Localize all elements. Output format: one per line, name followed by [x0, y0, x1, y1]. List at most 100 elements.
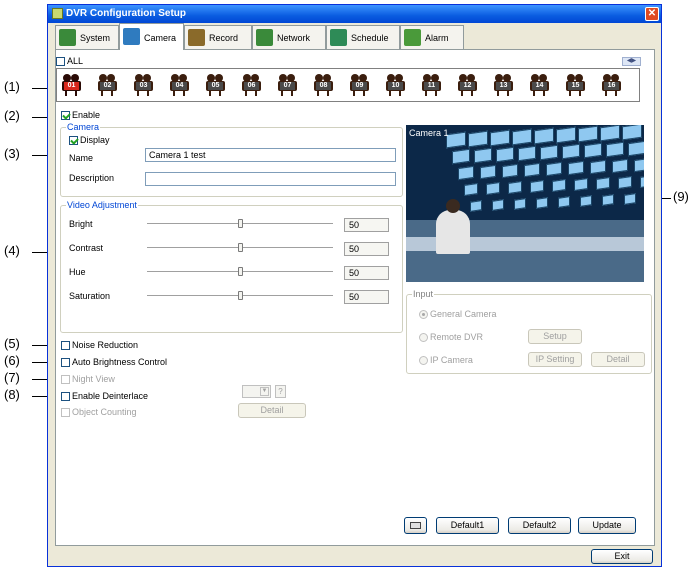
tab-system-label: System — [80, 33, 111, 43]
tab-record[interactable]: Record — [184, 25, 252, 49]
wall-monitor — [458, 165, 474, 181]
camera-number: 10 — [388, 82, 403, 90]
tab-network[interactable]: Network — [252, 25, 326, 49]
wall-monitor — [536, 197, 548, 209]
enable-checkbox[interactable] — [61, 111, 70, 120]
bright-value[interactable]: 50 — [344, 218, 389, 232]
general-camera-radio[interactable] — [419, 310, 428, 319]
wall-monitor — [508, 181, 522, 194]
camera-11-button[interactable]: 11 — [420, 74, 443, 97]
callout-5: (5) — [4, 336, 20, 351]
camera-leg — [75, 91, 77, 96]
exit-button[interactable]: Exit — [591, 549, 653, 564]
default2-button[interactable]: Default2 — [508, 517, 571, 534]
wall-monitor — [606, 141, 624, 158]
camera-12-button[interactable]: 12 — [456, 74, 479, 97]
tab-camera[interactable]: Camera — [119, 23, 184, 50]
camera-leg — [497, 91, 499, 96]
ip-setting-button[interactable]: IP Setting — [528, 352, 582, 367]
wall-monitor — [464, 183, 478, 196]
camera-leg — [543, 91, 545, 96]
camera-01-button[interactable]: 01 — [60, 74, 83, 97]
object-counting-detail-button[interactable]: Detail — [238, 403, 306, 418]
camera-04-button[interactable]: 04 — [168, 74, 191, 97]
contrast-label: Contrast — [69, 243, 104, 253]
hue-value[interactable]: 50 — [344, 266, 389, 280]
name-input[interactable]: Camera 1 test — [145, 148, 396, 162]
camera-16-button[interactable]: 16 — [600, 74, 623, 97]
remote-dvr-radio[interactable] — [419, 333, 428, 342]
wall-monitor — [540, 144, 558, 161]
camera-14-button[interactable]: 14 — [528, 74, 551, 97]
saturation-slider-thumb[interactable] — [238, 291, 243, 300]
tab-system[interactable]: System — [55, 25, 119, 49]
camera-leg — [399, 91, 401, 96]
wall-monitor — [474, 147, 492, 164]
update-button[interactable]: Update — [578, 517, 636, 534]
camera-leg — [147, 91, 149, 96]
enable-deinterlace-label: Enable Deinterlace — [72, 391, 149, 401]
object-counting-checkbox[interactable] — [61, 408, 70, 417]
keyboard-button[interactable] — [404, 517, 427, 534]
contrast-slider-thumb[interactable] — [238, 243, 243, 252]
chevron-down-icon: ▼ — [260, 387, 269, 396]
camera-13-button[interactable]: 13 — [492, 74, 515, 97]
camera-15-button[interactable]: 15 — [564, 74, 587, 97]
auto-brightness-checkbox[interactable] — [61, 358, 70, 367]
saturation-value[interactable]: 50 — [344, 290, 389, 304]
night-view-checkbox[interactable] — [61, 375, 70, 384]
input-detail-button[interactable]: Detail — [591, 352, 645, 367]
camera-leg — [507, 91, 509, 96]
callout-6: (6) — [4, 353, 20, 368]
camera-group-title: Camera — [66, 122, 101, 132]
network-icon — [256, 29, 273, 46]
hue-slider-thumb[interactable] — [238, 267, 243, 276]
wall-monitor — [584, 142, 602, 159]
title-bar[interactable]: DVR Configuration Setup ✕ — [48, 5, 661, 23]
camera-08-button[interactable]: 08 — [312, 74, 335, 97]
description-label: Description — [69, 173, 115, 183]
operator-figure — [436, 210, 470, 254]
bright-slider-thumb[interactable] — [238, 219, 243, 228]
record-icon — [188, 29, 205, 46]
input-group-title: Input — [412, 289, 435, 299]
camera-number: 12 — [460, 82, 475, 90]
camera-leg — [435, 91, 437, 96]
noise-reduction-checkbox[interactable] — [61, 341, 70, 350]
setup-button[interactable]: Setup — [528, 329, 582, 344]
camera-07-button[interactable]: 07 — [276, 74, 299, 97]
camera-group — [60, 127, 403, 197]
default1-button[interactable]: Default1 — [436, 517, 499, 534]
tab-alarm[interactable]: Alarm — [400, 25, 464, 49]
tab-schedule[interactable]: Schedule — [326, 25, 400, 49]
display-label: Display — [80, 135, 110, 145]
description-input[interactable] — [145, 172, 396, 186]
camera-number: 09 — [352, 82, 367, 90]
camera-leg — [137, 91, 139, 96]
contrast-value[interactable]: 50 — [344, 242, 389, 256]
camera-leg — [615, 91, 617, 96]
enable-deinterlace-checkbox[interactable] — [61, 392, 70, 401]
deinterlace-help-button[interactable]: ? — [275, 385, 286, 398]
callout-3: (3) — [4, 146, 20, 161]
tab-schedule-label: Schedule — [351, 33, 389, 43]
scroll-arrows[interactable]: ◀▶ — [622, 57, 641, 66]
arrow-right-icon[interactable]: ▶ — [632, 58, 637, 64]
camera-leg — [101, 91, 103, 96]
wall-monitor — [502, 163, 518, 179]
camera-05-button[interactable]: 05 — [204, 74, 227, 97]
wall-monitor — [534, 127, 554, 145]
all-checkbox[interactable] — [56, 57, 65, 66]
deinterlace-dropdown[interactable]: ▼ — [242, 385, 271, 398]
close-button[interactable]: ✕ — [645, 7, 659, 21]
camera-number: 04 — [172, 82, 187, 90]
all-label: ALL — [67, 56, 84, 66]
camera-03-button[interactable]: 03 — [132, 74, 155, 97]
camera-09-button[interactable]: 09 — [348, 74, 371, 97]
night-view-label: Night View — [72, 374, 115, 384]
camera-06-button[interactable]: 06 — [240, 74, 263, 97]
display-checkbox[interactable] — [69, 136, 78, 145]
camera-10-button[interactable]: 10 — [384, 74, 407, 97]
camera-02-button[interactable]: 02 — [96, 74, 119, 97]
ip-camera-radio[interactable] — [419, 356, 428, 365]
